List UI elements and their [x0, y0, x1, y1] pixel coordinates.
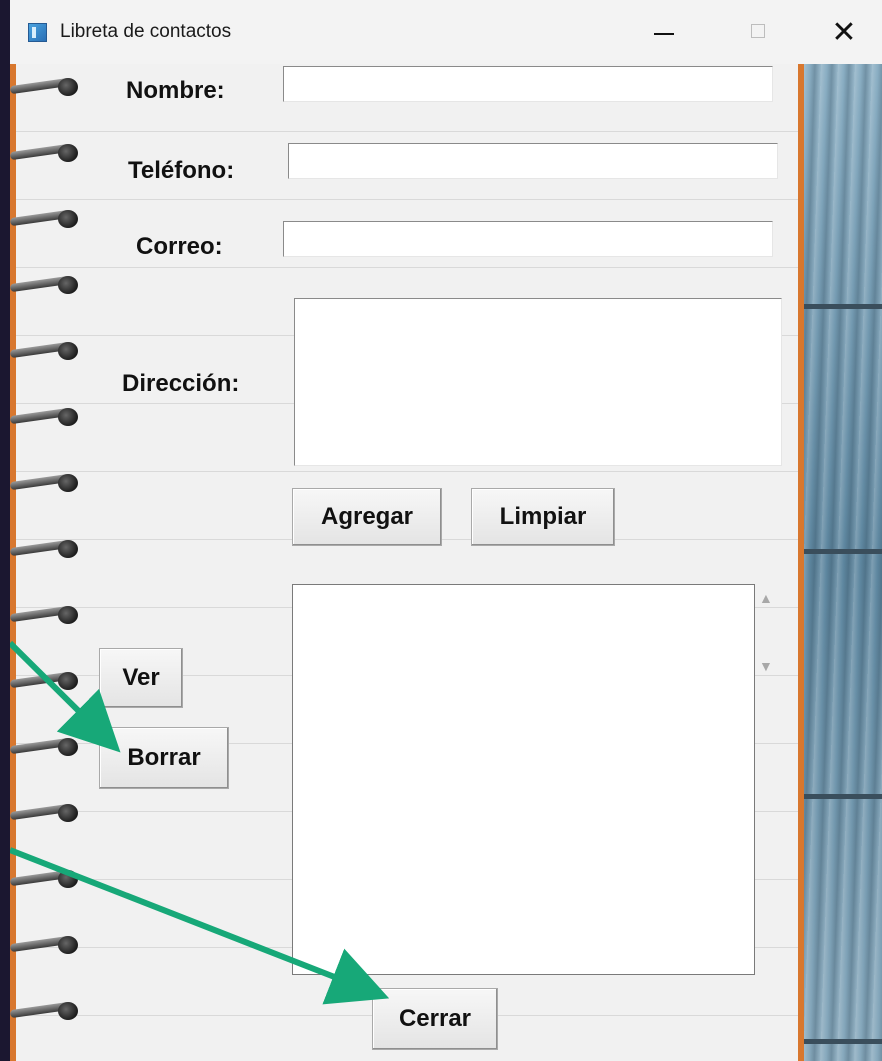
- scroll-up-icon[interactable]: ▲: [759, 590, 773, 606]
- minimize-button[interactable]: [634, 14, 694, 52]
- scroll-down-icon[interactable]: ▼: [759, 658, 773, 674]
- spiral-ring: [10, 206, 88, 232]
- close-button[interactable]: Cerrar: [372, 988, 498, 1050]
- ring-hole: [58, 540, 78, 558]
- ring-hole: [58, 870, 78, 888]
- spiral-ring: [10, 800, 88, 826]
- notebook-background: Nombre: Teléfono: Correo: Dirección: Agr…: [10, 64, 882, 1061]
- phone-input[interactable]: [288, 143, 778, 179]
- spiral-ring: [10, 668, 88, 694]
- view-button[interactable]: Ver: [99, 648, 183, 708]
- name-input[interactable]: [283, 66, 773, 102]
- ring-hole: [58, 342, 78, 360]
- spiral-ring: [10, 404, 88, 430]
- email-label: Correo:: [136, 233, 223, 260]
- spiral-ring: [10, 272, 88, 298]
- ring-hole: [58, 738, 78, 756]
- ring-hole: [58, 672, 78, 690]
- ring-hole: [58, 210, 78, 228]
- address-label: Dirección:: [122, 370, 240, 397]
- add-button[interactable]: Agregar: [292, 488, 442, 546]
- window-title: Libreta de contactos: [60, 21, 232, 42]
- ring-hole: [58, 144, 78, 162]
- ring-hole: [58, 408, 78, 426]
- spiral-ring: [10, 602, 88, 628]
- maximize-button[interactable]: [728, 14, 788, 52]
- spiral-ring: [10, 338, 88, 364]
- ring-hole: [58, 936, 78, 954]
- name-label: Nombre:: [126, 77, 225, 104]
- ring-hole: [58, 804, 78, 822]
- ring-hole: [58, 78, 78, 96]
- ring-hole: [58, 606, 78, 624]
- title-bar[interactable]: Libreta de contactos ✕: [10, 0, 882, 64]
- wood-background: [804, 64, 882, 1061]
- spiral-ring: [10, 998, 88, 1024]
- delete-button[interactable]: Borrar: [99, 727, 229, 789]
- ring-hole: [58, 276, 78, 294]
- address-textarea[interactable]: [294, 298, 782, 466]
- spiral-ring: [10, 74, 88, 100]
- close-window-button[interactable]: ✕: [814, 14, 874, 52]
- clear-button[interactable]: Limpiar: [471, 488, 615, 546]
- spiral-ring: [10, 140, 88, 166]
- app-window: Libreta de contactos ✕ Nombre: Teléfono:…: [10, 0, 882, 1061]
- listbox-scrollbar[interactable]: ▲ ▼: [755, 584, 777, 975]
- spiral-ring: [10, 866, 88, 892]
- email-input[interactable]: [283, 221, 773, 257]
- ring-hole: [58, 474, 78, 492]
- contacts-listbox[interactable]: [292, 584, 755, 975]
- notebook-icon: [28, 23, 47, 42]
- spiral-ring: [10, 932, 88, 958]
- phone-label: Teléfono:: [128, 157, 235, 184]
- spiral-ring: [10, 470, 88, 496]
- ring-hole: [58, 1002, 78, 1020]
- spiral-ring: [10, 536, 88, 562]
- spiral-ring: [10, 734, 88, 760]
